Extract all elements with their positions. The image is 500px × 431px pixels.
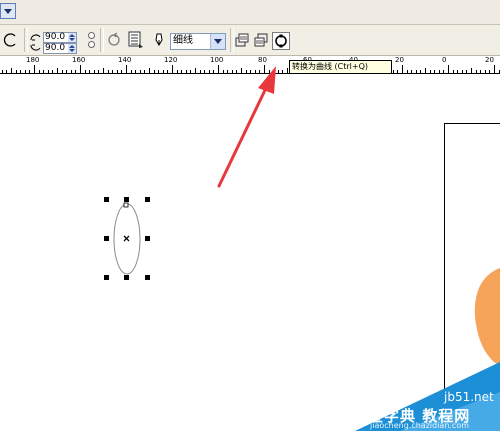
arc-icon[interactable] xyxy=(3,32,19,48)
direction-radio-clockwise[interactable] xyxy=(88,32,95,39)
start-angle-spinner[interactable] xyxy=(68,32,76,42)
outline-width-select[interactable]: 细线 xyxy=(170,33,226,50)
ruler-label: 0 xyxy=(442,56,447,64)
ruler-label: 120 xyxy=(164,56,178,64)
convert-to-curves-icon xyxy=(275,34,287,48)
top-toolbar-strip xyxy=(0,0,500,25)
end-angle-field[interactable]: 90.0 xyxy=(43,42,77,54)
outline-width-value: 细线 xyxy=(173,35,193,46)
pen-outline-icon xyxy=(152,32,166,48)
property-bar: 90.0 90.0 细线 xyxy=(0,25,500,56)
page-border xyxy=(444,123,500,431)
end-angle-row: 90.0 xyxy=(30,42,77,54)
start-angle-field[interactable]: 90.0 xyxy=(43,31,77,43)
convert-to-curves-tooltip: 转换为曲线 (Ctrl+Q) xyxy=(289,60,392,74)
ruler-label: 80 xyxy=(258,56,267,64)
horizontal-ruler[interactable]: 180 160 140 120 100 80 60 40 20 0 20 xyxy=(0,56,500,74)
ruler-label: 140 xyxy=(118,56,132,64)
change-direction-icon[interactable] xyxy=(106,32,122,48)
convert-to-curves-button[interactable] xyxy=(272,32,290,50)
toolbar-separator xyxy=(100,28,104,52)
ruler-label: 100 xyxy=(210,56,224,64)
start-angle-value: 90.0 xyxy=(45,31,66,42)
wrap-paragraph-icon[interactable] xyxy=(127,30,145,50)
start-angle-icon xyxy=(30,34,41,41)
ruler-label: 180 xyxy=(26,56,40,64)
ruler-label: 20 xyxy=(395,56,404,64)
to-back-icon[interactable] xyxy=(253,32,269,48)
toolbar-separator xyxy=(24,28,28,52)
toolbar-dropdown-arrow[interactable] xyxy=(0,3,16,19)
end-angle-spinner[interactable] xyxy=(68,43,76,53)
watermark-site: jb51.net xyxy=(444,390,494,404)
watermark-domain: jiaocheng.chazidian.com xyxy=(370,421,470,430)
ruler-label: 20 xyxy=(485,56,494,64)
drawing-canvas[interactable] xyxy=(0,74,500,431)
end-angle-icon xyxy=(30,44,41,51)
to-front-icon[interactable] xyxy=(234,32,250,48)
direction-radio-counterclockwise[interactable] xyxy=(88,41,95,48)
end-angle-value: 90.0 xyxy=(45,42,66,53)
ruler-label: 160 xyxy=(72,56,86,64)
chevron-down-icon[interactable] xyxy=(210,34,225,49)
